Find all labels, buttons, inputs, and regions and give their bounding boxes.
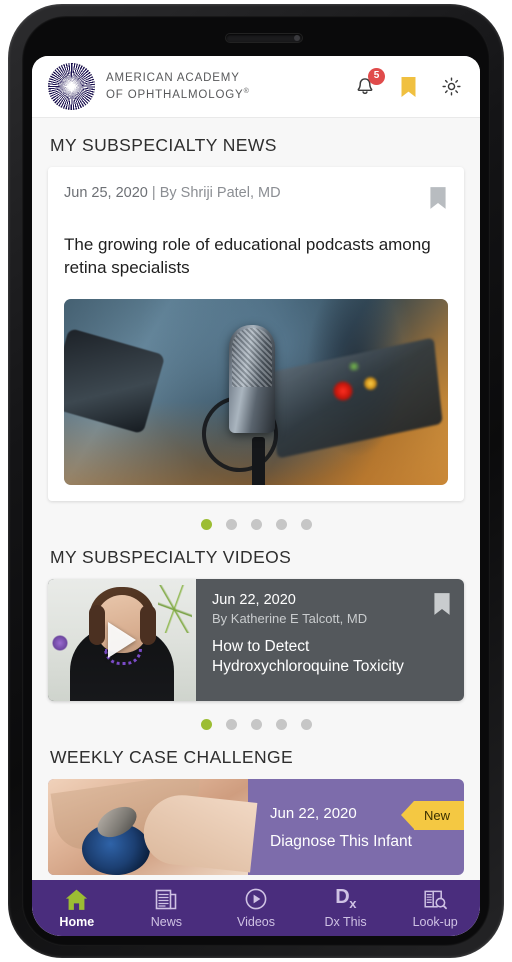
video-date: Jun 22, 2020 <box>212 592 296 609</box>
news-meta-row: Jun 25, 2020 | By Shriji Patel, MD <box>64 185 448 216</box>
news-date: Jun 25, 2020 <box>64 185 148 201</box>
nav-label-news: News <box>150 914 183 929</box>
photo-red-led <box>332 381 353 402</box>
gear-icon <box>441 77 461 96</box>
news-card[interactable]: Jun 25, 2020 | By Shriji Patel, MD The g… <box>48 167 464 502</box>
home-icon <box>64 888 89 911</box>
pagination-dot-2[interactable] <box>225 519 237 531</box>
thumbnail-plant <box>158 585 192 634</box>
video-bookmark-button[interactable] <box>432 591 452 622</box>
videos-pagination-dots[interactable] <box>32 701 480 731</box>
nav-label-videos: Videos <box>236 914 275 929</box>
earpiece-speaker <box>226 34 302 42</box>
nav-label-home: Home <box>59 914 95 929</box>
bookmark-outline-icon <box>430 187 446 209</box>
thumbnail-flower <box>52 635 68 652</box>
video-card[interactable]: Jun 22, 2020 By Katherine E Talcott, MD … <box>48 579 464 702</box>
brand-title: AMERICAN ACADEMY OF OPHTHALMOLOGY® <box>106 70 250 103</box>
play-triangle-icon[interactable] <box>108 622 136 659</box>
photo-mic-pole <box>252 436 266 486</box>
play-circle-icon <box>244 888 268 911</box>
dx-icon: Dx <box>335 886 356 912</box>
pagination-dot-3[interactable] <box>250 719 262 731</box>
settings-button[interactable] <box>438 74 464 100</box>
video-card-body: Jun 22, 2020 By Katherine E Talcott, MD … <box>196 579 464 701</box>
brand-line-1: AMERICAN ACADEMY <box>106 72 240 85</box>
book-search-icon <box>423 888 448 911</box>
nav-item-home[interactable]: Home <box>32 888 122 929</box>
app-header: AMERICAN ACADEMY OF OPHTHALMOLOGY® 5 <box>32 56 480 118</box>
news-headline: The growing role of educational podcasts… <box>64 235 431 277</box>
video-thumbnail[interactable] <box>48 579 196 702</box>
news-bookmark-button[interactable] <box>428 185 448 216</box>
video-title: How to Detect Hydroxychloroquine Toxicit… <box>212 638 404 675</box>
case-thumbnail[interactable] <box>48 779 258 876</box>
bookmark-icon <box>434 593 450 616</box>
case-challenge-card[interactable]: Jun 22, 2020 Diagnose This Infant New <box>48 779 464 876</box>
photo-green-led <box>348 362 361 372</box>
nav-item-dx-this[interactable]: Dx Dx This <box>301 886 391 929</box>
section-title-case-challenge: WEEKLY CASE CHALLENGE <box>50 747 294 768</box>
section-title-videos: MY SUBSPECIALTY VIDEOS <box>50 547 292 568</box>
nav-label-dx-this: Dx This <box>324 914 367 929</box>
pagination-dot-3[interactable] <box>250 519 262 531</box>
news-thumbnail-image[interactable] <box>64 299 448 486</box>
aao-starburst-logo-icon <box>48 63 95 110</box>
photo-microphone <box>229 325 276 434</box>
nav-item-videos[interactable]: Videos <box>211 888 301 929</box>
case-photo-lower-lid <box>140 791 258 873</box>
pagination-dot-4[interactable] <box>275 519 287 531</box>
pagination-dot-5[interactable] <box>300 719 312 731</box>
news-meta-separator: | <box>151 185 156 201</box>
bookmark-icon <box>401 76 415 97</box>
nav-label-look-up: Look-up <box>412 914 458 929</box>
newspaper-icon <box>154 888 178 911</box>
news-meta: Jun 25, 2020 | By Shriji Patel, MD <box>64 185 281 201</box>
saved-bookmarks-button[interactable] <box>395 74 421 100</box>
app-screen: AMERICAN ACADEMY OF OPHTHALMOLOGY® 5 MY … <box>32 56 480 936</box>
thumbnail-hair-left <box>89 605 105 646</box>
notifications-button[interactable]: 5 <box>352 67 385 100</box>
pagination-dot-5[interactable] <box>300 519 312 531</box>
nav-item-look-up[interactable]: Look-up <box>390 888 480 929</box>
phone-device-frame: AMERICAN ACADEMY OF OPHTHALMOLOGY® 5 MY … <box>8 4 504 958</box>
case-title: Diagnose This Infant <box>270 833 412 851</box>
video-author: By Katherine E Talcott, MD <box>212 611 368 627</box>
pagination-dot-1[interactable] <box>200 719 212 731</box>
news-author: By Shriji Patel, MD <box>159 185 281 201</box>
thumbnail-hair-right <box>140 605 156 646</box>
bottom-navigation-bar: Home News Videos Dx Dx This Look-up <box>32 880 480 936</box>
registered-mark: ® <box>243 87 250 95</box>
header-actions: 5 <box>352 67 464 100</box>
new-badge: New <box>400 801 464 831</box>
section-title-news: MY SUBSPECIALTY NEWS <box>50 135 277 155</box>
nav-item-news[interactable]: News <box>122 888 212 929</box>
pagination-dot-1[interactable] <box>200 519 212 531</box>
pagination-dot-2[interactable] <box>225 719 237 731</box>
news-pagination-dots[interactable] <box>32 501 480 531</box>
notification-badge: 5 <box>368 67 385 85</box>
photo-amber-led <box>363 377 377 391</box>
brand-line-2: OF OPHTHALMOLOGY® <box>106 87 250 101</box>
pagination-dot-4[interactable] <box>275 719 287 731</box>
home-feed-scroll[interactable]: MY SUBSPECIALTY NEWS Jun 25, 2020 | By S… <box>32 118 480 936</box>
